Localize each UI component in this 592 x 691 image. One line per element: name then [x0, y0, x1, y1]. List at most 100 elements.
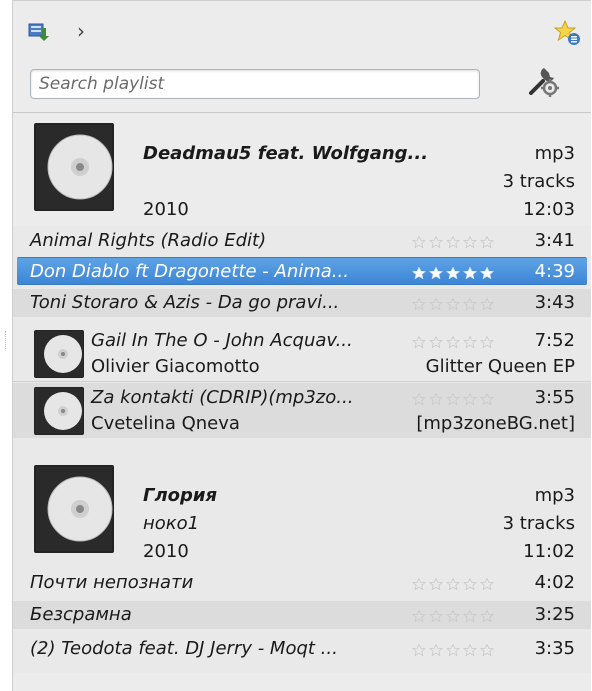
star-empty-icon[interactable]: [479, 298, 495, 310]
star-empty-icon[interactable]: [445, 393, 461, 405]
track-row[interactable]: (2) Teodota feat. DJ Jerry - Moqt ... 3:…: [13, 635, 591, 663]
star-empty-icon[interactable]: [462, 336, 478, 348]
track-title: Безсрамна: [30, 604, 132, 625]
track-artist: Cvetelina Qneva: [91, 413, 240, 434]
star-empty-icon[interactable]: [428, 298, 444, 310]
track-title: (2) Teodota feat. DJ Jerry - Moqt ...: [30, 638, 338, 659]
star-empty-icon[interactable]: [411, 236, 427, 248]
playlist-import-icon[interactable]: [28, 21, 50, 43]
star-empty-icon[interactable]: [462, 644, 478, 656]
album-track-count: 3 tracks: [502, 171, 575, 192]
rating-stars[interactable]: [411, 336, 495, 348]
resize-grip[interactable]: [5, 331, 8, 349]
track-album: Glitter Queen EP: [425, 356, 575, 377]
track-title: Toni Storaro & Azis - Da go pravi...: [30, 292, 340, 313]
track-length: 3:35: [534, 638, 575, 659]
track-row[interactable]: Toni Storaro & Azis - Da go pravi... 3:4…: [13, 289, 591, 317]
track-title: Animal Rights (Radio Edit): [30, 230, 267, 251]
star-empty-icon[interactable]: [462, 298, 478, 310]
playlist-view[interactable]: Deadmau5 feat. Wolfgang... 2010 mp3 3 tr…: [13, 112, 591, 673]
track-row[interactable]: Animal Rights (Radio Edit) 3:41: [13, 227, 591, 255]
rating-stars[interactable]: [411, 578, 495, 590]
star-empty-icon[interactable]: [462, 393, 478, 405]
rating-stars[interactable]: [411, 298, 495, 310]
star-empty-icon[interactable]: [445, 236, 461, 248]
star-empty-icon[interactable]: [428, 610, 444, 622]
track-artist: Olivier Giacomotto: [91, 356, 260, 377]
track-length: 3:55: [534, 387, 575, 408]
breadcrumb-chevron[interactable]: ›: [77, 20, 85, 42]
track-length: 3:41: [534, 230, 575, 251]
track-length: 7:52: [534, 330, 575, 351]
star-empty-icon[interactable]: [411, 393, 427, 405]
track-length: 4:39: [534, 261, 575, 282]
album-header[interactable]: Глория ноко1 2010 mp3 3 tracks 11:02: [13, 449, 591, 562]
divider: [13, 381, 591, 382]
album-title: Глория: [143, 485, 218, 506]
star-empty-icon[interactable]: [411, 578, 427, 590]
star-empty-icon[interactable]: [428, 393, 444, 405]
track-cover: [34, 330, 84, 378]
track-title: Gail In The O - John Acquav...: [91, 330, 353, 351]
track-album: [mp3zoneBG.net]: [416, 413, 575, 434]
search-row: [13, 63, 591, 109]
star-filled-icon[interactable]: [428, 267, 444, 279]
album-format: mp3: [534, 485, 575, 506]
star-empty-icon[interactable]: [445, 644, 461, 656]
rating-stars[interactable]: [411, 393, 495, 405]
album-header[interactable]: Deadmau5 feat. Wolfgang... 2010 mp3 3 tr…: [13, 113, 591, 226]
star-empty-icon[interactable]: [411, 298, 427, 310]
track-title: Почти непознати: [30, 572, 194, 593]
rating-stars[interactable]: [411, 644, 495, 656]
star-filled-icon[interactable]: [411, 267, 427, 279]
single-track[interactable]: Za kontakti (CDRIP)(mp3zo... Cvetelina Q…: [13, 383, 591, 438]
single-track[interactable]: Gail In The O - John Acquav... Olivier G…: [13, 326, 591, 381]
playlist-toolbar: ›: [13, 1, 591, 63]
star-empty-icon[interactable]: [411, 610, 427, 622]
star-filled-icon[interactable]: [479, 267, 495, 279]
star-empty-icon[interactable]: [445, 610, 461, 622]
star-empty-icon[interactable]: [479, 644, 495, 656]
track-title: Don Diablo ft Dragonette - Anima...: [30, 261, 349, 282]
track-length: 3:25: [534, 604, 575, 625]
track-row[interactable]: Безсрамна 3:25: [13, 601, 591, 629]
track-row-selected[interactable]: Don Diablo ft Dragonette - Anima... 4:39: [17, 257, 587, 285]
album-year: 2010: [143, 199, 189, 220]
rating-stars[interactable]: [411, 610, 495, 622]
star-empty-icon[interactable]: [428, 236, 444, 248]
album-total-length: 12:03: [523, 199, 575, 220]
star-empty-icon[interactable]: [479, 236, 495, 248]
rating-stars[interactable]: [411, 236, 495, 248]
search-input[interactable]: [30, 69, 480, 99]
rating-stars[interactable]: [411, 267, 495, 279]
star-empty-icon[interactable]: [411, 644, 427, 656]
star-filled-icon[interactable]: [462, 267, 478, 279]
album-cover: [34, 465, 114, 553]
star-empty-icon[interactable]: [428, 336, 444, 348]
star-empty-icon[interactable]: [445, 298, 461, 310]
tools-icon[interactable]: [525, 63, 561, 99]
star-empty-icon[interactable]: [479, 336, 495, 348]
star-empty-icon[interactable]: [445, 336, 461, 348]
album-title: Deadmau5 feat. Wolfgang...: [143, 143, 429, 164]
star-empty-icon[interactable]: [479, 610, 495, 622]
album-track-count: 3 tracks: [502, 513, 575, 534]
star-filled-icon[interactable]: [445, 267, 461, 279]
album-cover: [34, 123, 114, 211]
album-year: 2010: [143, 541, 189, 562]
album-format: mp3: [534, 143, 575, 164]
track-row[interactable]: Почти непознати 4:02: [13, 569, 591, 597]
star-favorite-icon[interactable]: [553, 19, 581, 47]
playlist-panel: › Search playlist Deadmau5 feat. Wolfgan…: [5, 0, 591, 691]
star-empty-icon[interactable]: [428, 578, 444, 590]
star-empty-icon[interactable]: [445, 578, 461, 590]
star-empty-icon[interactable]: [428, 644, 444, 656]
star-empty-icon[interactable]: [462, 236, 478, 248]
star-empty-icon[interactable]: [462, 610, 478, 622]
star-empty-icon[interactable]: [411, 336, 427, 348]
track-length: 3:43: [534, 292, 575, 313]
star-empty-icon[interactable]: [479, 393, 495, 405]
track-title: Za kontakti (CDRIP)(mp3zo...: [91, 387, 354, 408]
star-empty-icon[interactable]: [479, 578, 495, 590]
star-empty-icon[interactable]: [462, 578, 478, 590]
